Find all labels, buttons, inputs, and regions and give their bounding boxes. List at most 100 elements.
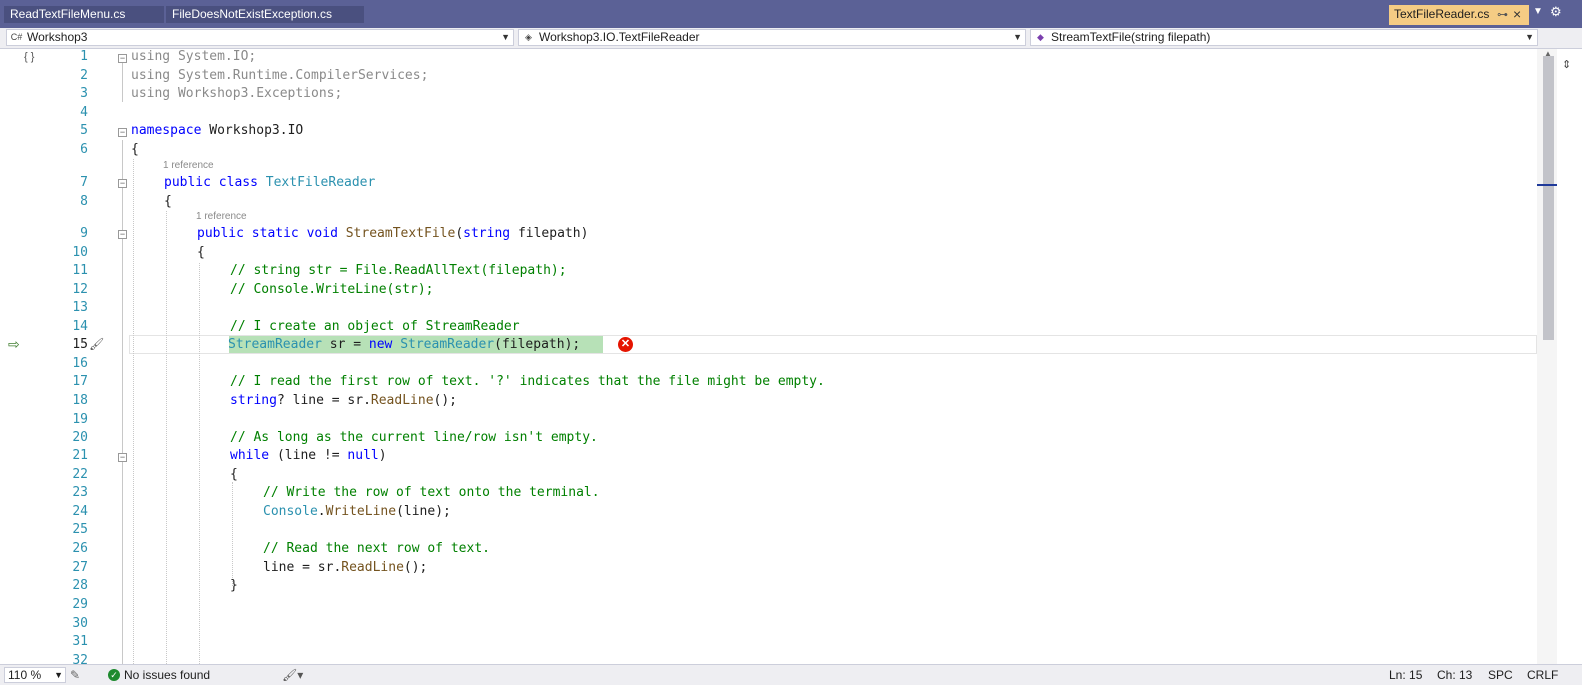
line-number: 13 bbox=[72, 300, 88, 315]
code-line[interactable]: Console.WriteLine(line); bbox=[263, 502, 451, 521]
member-dropdown[interactable]: ◆ StreamTextFile(string filepath) ▼ bbox=[1030, 29, 1538, 46]
line-number: 7 bbox=[80, 175, 88, 190]
code-line[interactable]: public static void StreamTextFile(string… bbox=[197, 224, 588, 243]
code-line[interactable]: using System.IO; bbox=[131, 49, 256, 66]
code-line[interactable]: // Write the row of text onto the termin… bbox=[263, 483, 600, 502]
fold-toggle-icon[interactable]: − bbox=[118, 179, 127, 188]
execution-pointer-arrow-icon: ⇨ bbox=[8, 336, 20, 352]
check-icon: ✓ bbox=[108, 669, 120, 681]
collapse-line bbox=[122, 140, 123, 664]
indent-guide bbox=[133, 159, 134, 664]
code-line[interactable]: // I create an object of StreamReader bbox=[230, 317, 520, 336]
line-number: 25 bbox=[72, 522, 88, 537]
code-line[interactable]: line = sr.ReadLine(); bbox=[263, 558, 427, 577]
editor-status-bar: 110 % ▼ ✎ ✓ No issues found 🖌▾ Ln: 15 Ch… bbox=[0, 664, 1582, 685]
member-name: StreamTextFile(string filepath) bbox=[1051, 30, 1211, 44]
line-number: 12 bbox=[72, 282, 88, 297]
line-number: 9 bbox=[80, 226, 88, 241]
indent-guide bbox=[166, 211, 167, 664]
project-dropdown[interactable]: C# Workshop3 ▼ bbox=[6, 29, 514, 46]
line-number: 4 bbox=[80, 105, 88, 120]
type-dropdown[interactable]: ◈ Workshop3.IO.TextFileReader ▼ bbox=[518, 29, 1026, 46]
fold-toggle-icon[interactable]: − bbox=[118, 453, 127, 462]
zoom-dropdown[interactable]: 110 % ▼ bbox=[4, 667, 66, 683]
exception-error-icon[interactable]: ✕ bbox=[618, 337, 633, 352]
project-name: Workshop3 bbox=[27, 30, 88, 44]
code-line[interactable]: using System.Runtime.CompilerServices; bbox=[131, 66, 428, 85]
line-number: 2 bbox=[80, 68, 88, 83]
code-line[interactable]: public class TextFileReader bbox=[164, 173, 375, 192]
line-number: 6 bbox=[80, 142, 88, 157]
scroll-up-icon[interactable]: ▲ bbox=[1544, 49, 1552, 58]
tab-label: TextFileReader.cs bbox=[1394, 7, 1490, 21]
code-line[interactable]: { bbox=[197, 243, 205, 262]
class-icon: ◈ bbox=[525, 32, 532, 42]
code-cleanup-brush-icon[interactable]: 🖌▾ bbox=[282, 668, 303, 683]
code-editor[interactable]: { } ⇨ 🖌 ✕ − − − − − 1 reference 1 refere… bbox=[0, 49, 1549, 664]
indent-guide bbox=[199, 263, 200, 664]
code-line[interactable]: // Read the next row of text. bbox=[263, 539, 490, 558]
tab-label: FileDoesNotExistException.cs bbox=[172, 7, 333, 21]
code-line[interactable]: StreamReader sr = new StreamReader(filep… bbox=[228, 335, 580, 354]
line-number: 10 bbox=[72, 245, 88, 260]
code-line[interactable]: string? line = sr.ReadLine(); bbox=[230, 391, 457, 410]
line-number: 11 bbox=[72, 263, 88, 278]
pin-icon[interactable]: ⊶ bbox=[1497, 8, 1508, 21]
chevron-down-icon: ▼ bbox=[1525, 32, 1534, 42]
code-line[interactable]: { bbox=[131, 140, 139, 159]
tab-label: ReadTextFileMenu.cs bbox=[10, 7, 126, 21]
codelens-references[interactable]: 1 reference bbox=[196, 211, 247, 222]
line-number: 20 bbox=[72, 430, 88, 445]
line-number: 29 bbox=[72, 597, 88, 612]
line-indicator[interactable]: Ln: 15 bbox=[1389, 668, 1422, 683]
code-line[interactable]: // I read the first row of text. '?' ind… bbox=[230, 372, 825, 391]
code-line[interactable]: using Workshop3.Exceptions; bbox=[131, 84, 342, 103]
code-line[interactable]: namespace Workshop3.IO bbox=[131, 121, 303, 140]
split-window-icon[interactable]: ⇕ bbox=[1562, 58, 1580, 72]
line-number: 28 bbox=[72, 578, 88, 593]
whitespace-indicator[interactable]: SPC bbox=[1488, 668, 1513, 683]
line-number: 24 bbox=[72, 504, 88, 519]
chevron-down-icon: ▼ bbox=[501, 32, 510, 42]
intellicode-icon[interactable]: ✎ bbox=[70, 668, 80, 683]
codelens-references[interactable]: 1 reference bbox=[163, 160, 214, 171]
fold-toggle-icon[interactable]: − bbox=[118, 54, 127, 63]
fold-toggle-icon[interactable]: − bbox=[118, 128, 127, 137]
code-line[interactable]: // Console.WriteLine(str); bbox=[230, 280, 434, 299]
code-line[interactable]: { bbox=[230, 465, 238, 484]
settings-gear-icon[interactable]: ⚙ bbox=[1550, 4, 1562, 20]
line-number: 18 bbox=[72, 393, 88, 408]
method-icon: ◆ bbox=[1037, 32, 1044, 42]
indent-guide bbox=[232, 482, 233, 586]
column-indicator[interactable]: Ch: 13 bbox=[1437, 668, 1472, 683]
line-number: 8 bbox=[80, 194, 88, 209]
tab-filedoesnotexistexception[interactable]: FileDoesNotExistException.cs bbox=[166, 6, 364, 23]
tab-textfilereader-active[interactable]: TextFileReader.cs ⊶ × bbox=[1389, 5, 1529, 25]
fold-toggle-icon[interactable]: − bbox=[118, 230, 127, 239]
line-ending-indicator[interactable]: CRLF bbox=[1527, 668, 1558, 683]
scrollbar-thumb[interactable] bbox=[1543, 56, 1554, 340]
code-line[interactable]: while (line != null) bbox=[230, 446, 387, 465]
quick-actions-brush-icon[interactable]: 🖌 bbox=[89, 337, 104, 351]
line-number: 32 bbox=[72, 653, 88, 664]
issues-status[interactable]: No issues found bbox=[124, 668, 210, 683]
code-line[interactable]: // As long as the current line/row isn't… bbox=[230, 428, 598, 447]
code-line[interactable]: } bbox=[230, 576, 238, 595]
line-number: 17 bbox=[72, 374, 88, 389]
code-line[interactable]: // string str = File.ReadAllText(filepat… bbox=[230, 261, 567, 280]
close-icon[interactable]: × bbox=[1513, 6, 1521, 22]
code-line[interactable]: { bbox=[164, 192, 172, 211]
navigation-bar: C# Workshop3 ▼ ◈ Workshop3.IO.TextFileRe… bbox=[0, 28, 1582, 71]
type-name: Workshop3.IO.TextFileReader bbox=[539, 30, 700, 44]
line-number: 16 bbox=[72, 356, 88, 371]
tab-list-dropdown-icon[interactable]: ▼ bbox=[1533, 6, 1543, 17]
line-number: 3 bbox=[80, 86, 88, 101]
line-number: 14 bbox=[72, 319, 88, 334]
line-number: 21 bbox=[72, 448, 88, 463]
tab-readtextfilemenu[interactable]: ReadTextFileMenu.cs bbox=[4, 6, 164, 23]
line-number: 15 bbox=[72, 337, 88, 352]
line-number: 1 bbox=[80, 49, 88, 64]
chevron-down-icon: ▼ bbox=[54, 670, 63, 680]
line-number: 26 bbox=[72, 541, 88, 556]
scrollbar-caret-marker bbox=[1537, 184, 1557, 186]
